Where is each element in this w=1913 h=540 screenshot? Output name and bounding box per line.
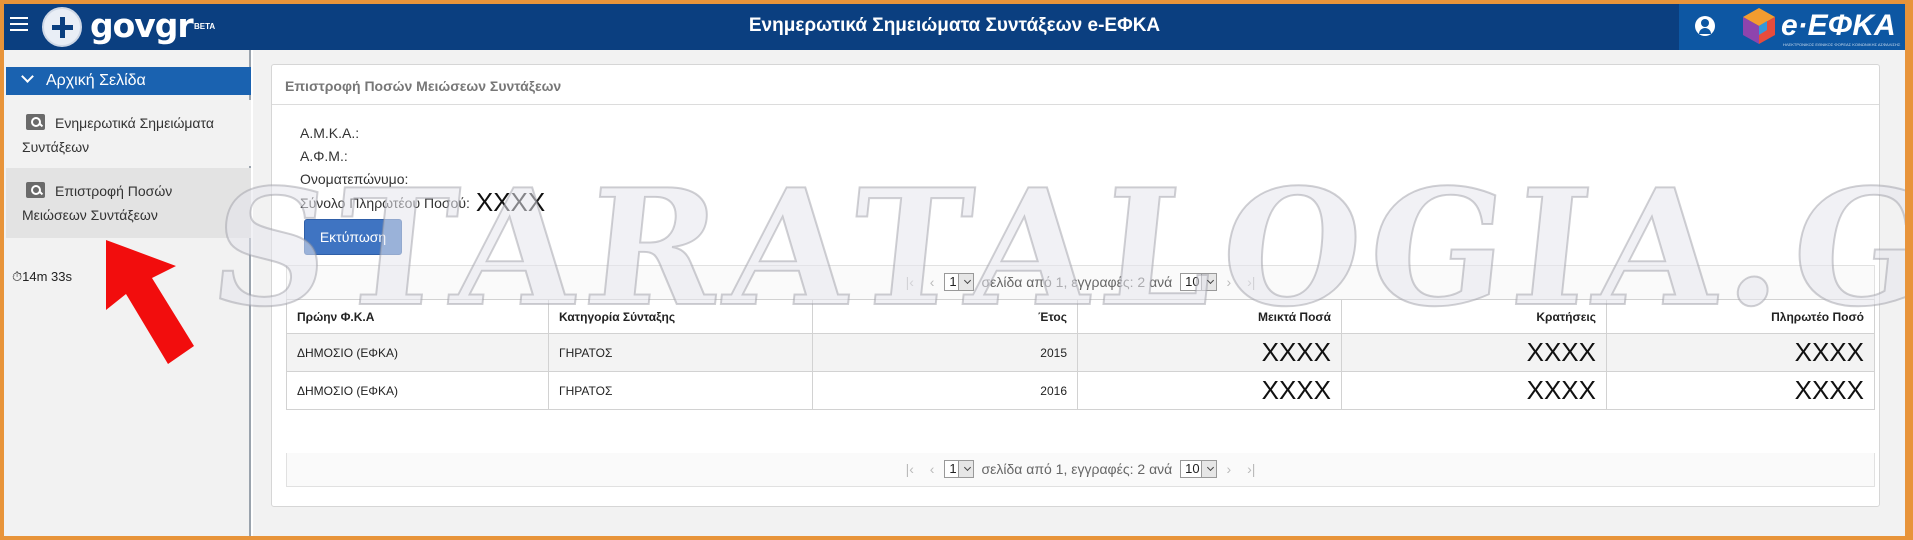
cell-deductions: XXXX bbox=[1341, 333, 1607, 372]
next-page-icon[interactable]: › bbox=[1227, 266, 1232, 298]
total-payable-row: Σύνολο Πληρωτέου Ποσού: XXXX bbox=[300, 189, 545, 215]
cell-fund: ΔΗΜΟΣΙΟ (ΕΦΚΑ) bbox=[286, 333, 549, 372]
prev-page-icon[interactable]: ‹ bbox=[930, 453, 935, 485]
cell-category: ΓΗΡΑΤΟΣ bbox=[548, 371, 813, 410]
header-right-area: e·ΕΦΚΑ ΗΛΕΚΤΡΟΝΙΚΟΣ ΕΘΝΙΚΟΣ ΦΟΡΕΑΣ ΚΟΙΝΩ… bbox=[1679, 4, 1905, 50]
first-page-icon[interactable]: |‹ bbox=[906, 266, 914, 298]
sidebar-item-refund-reductions[interactable]: Επιστροφή Ποσών Μειώσεων Συντάξεων bbox=[6, 168, 251, 238]
col-header-category[interactable]: Κατηγορία Σύνταξης bbox=[548, 299, 813, 334]
efka-logo[interactable]: e·ΕΦΚΑ ΗΛΕΚΤΡΟΝΙΚΟΣ ΕΘΝΙΚΟΣ ΦΟΡΕΑΣ ΚΟΙΝΩ… bbox=[1739, 6, 1901, 48]
session-timer: ⏱14m 33s bbox=[12, 269, 73, 284]
total-payable-value: XXXX bbox=[475, 187, 546, 217]
efka-cube-icon bbox=[1743, 8, 1775, 44]
sidebar-item-label: Ενημερωτικά Σημειώματα Συντάξεων bbox=[22, 115, 214, 155]
per-page-select[interactable]: 10 bbox=[1180, 460, 1217, 478]
sidebar-home-link[interactable]: Αρχική Σελίδα bbox=[6, 67, 251, 95]
col-header-year[interactable]: Έτος bbox=[812, 299, 1078, 334]
per-page-select[interactable]: 10 bbox=[1180, 273, 1217, 291]
user-account-icon[interactable] bbox=[1695, 16, 1715, 36]
app-window: govgr BETA Ενημερωτικά Σημειώματα Συντάξ… bbox=[4, 4, 1905, 536]
page-select[interactable]: 1 bbox=[944, 460, 974, 478]
pager-text: σελίδα από 1, εγγραφές: 2 ανά bbox=[981, 461, 1173, 477]
page-select[interactable]: 1 bbox=[944, 273, 974, 291]
sidebar-home-label: Αρχική Σελίδα bbox=[46, 72, 146, 89]
search-icon bbox=[26, 182, 45, 198]
cell-payable: XXXX bbox=[1606, 333, 1875, 372]
cell-year: 2016 bbox=[812, 371, 1078, 410]
page-select-value: 1 bbox=[949, 274, 957, 289]
cell-year: 2015 bbox=[812, 333, 1078, 372]
prev-page-icon[interactable]: ‹ bbox=[930, 266, 935, 298]
chevron-down-icon bbox=[21, 70, 34, 83]
top-header: govgr BETA Ενημερωτικά Σημειώματα Συντάξ… bbox=[4, 4, 1905, 50]
table-row: ΔΗΜΟΣΙΟ (ΕΦΚΑ) ΓΗΡΑΤΟΣ 2015 XXXX XXXX XX… bbox=[286, 333, 1875, 372]
cell-payable: XXXX bbox=[1606, 371, 1875, 410]
pager-text: σελίδα από 1, εγγραφές: 2 ανά bbox=[981, 274, 1173, 290]
next-page-icon[interactable]: › bbox=[1227, 453, 1232, 485]
total-payable-label: Σύνολο Πληρωτέου Ποσού: bbox=[300, 195, 470, 211]
cell-gross: XXXX bbox=[1077, 371, 1342, 410]
sidebar: Αρχική Σελίδα Ενημερωτικά Σημειώματα Συν… bbox=[4, 50, 251, 536]
afm-label: Α.Φ.Μ.: bbox=[300, 148, 348, 164]
last-page-icon[interactable]: ›| bbox=[1247, 453, 1255, 485]
search-icon bbox=[26, 114, 45, 130]
col-header-fund[interactable]: Πρώην Φ.Κ.Α bbox=[286, 299, 549, 334]
per-page-value: 10 bbox=[1185, 274, 1200, 289]
panel-title: Επιστροφή Ποσών Μειώσεων Συντάξεων bbox=[272, 65, 1879, 105]
refund-table: Πρώην Φ.Κ.Α Κατηγορία Σύνταξης Έτος Μεικ… bbox=[286, 299, 1875, 410]
per-page-value: 10 bbox=[1185, 461, 1200, 476]
red-arrow-annotation bbox=[106, 240, 194, 364]
cell-category: ΓΗΡΑΤΟΣ bbox=[548, 333, 813, 372]
efka-logo-text: e·ΕΦΚΑ bbox=[1781, 9, 1896, 42]
cell-gross: XXXX bbox=[1077, 333, 1342, 372]
page-title: Ενημερωτικά Σημειώματα Συντάξεων e-ΕΦΚΑ bbox=[748, 15, 1161, 36]
col-header-deductions[interactable]: Κρατήσεις bbox=[1341, 299, 1607, 334]
refund-panel: Επιστροφή Ποσών Μειώσεων Συντάξεων Α.Μ.Κ… bbox=[271, 64, 1880, 507]
pager-bottom: |‹ ‹ 1 σελίδα από 1, εγγραφές: 2 ανά 10 … bbox=[286, 453, 1875, 487]
pager-top: |‹ ‹ 1 σελίδα από 1, εγγραφές: 2 ανά 10 … bbox=[286, 265, 1875, 299]
cell-deductions: XXXX bbox=[1341, 371, 1607, 410]
page-select-value: 1 bbox=[949, 461, 957, 476]
table-row: ΔΗΜΟΣΙΟ (ΕΦΚΑ) ΓΗΡΑΤΟΣ 2016 XXXX XXXX XX… bbox=[286, 371, 1875, 410]
sidebar-item-pension-notes[interactable]: Ενημερωτικά Σημειώματα Συντάξεων bbox=[6, 100, 251, 166]
first-page-icon[interactable]: |‹ bbox=[906, 453, 914, 485]
efka-logo-subtitle: ΗΛΕΚΤΡΟΝΙΚΟΣ ΕΘΝΙΚΟΣ ΦΟΡΕΑΣ ΚΟΙΝΩΝΙΚΗΣ Α… bbox=[1783, 42, 1901, 47]
amka-label: Α.Μ.Κ.Α.: bbox=[300, 125, 360, 141]
personal-info: Α.Μ.Κ.Α.: Α.Φ.Μ.: Ονοματεπώνυμο: Σύνολο … bbox=[300, 122, 545, 215]
col-header-payable[interactable]: Πληρωτέο Ποσό bbox=[1606, 299, 1875, 334]
table-header-row: Πρώην Φ.Κ.Α Κατηγορία Σύνταξης Έτος Μεικ… bbox=[286, 299, 1875, 334]
main-content: Επιστροφή Ποσών Μειώσεων Συντάξεων Α.Μ.Κ… bbox=[253, 50, 1905, 536]
cell-fund: ΔΗΜΟΣΙΟ (ΕΦΚΑ) bbox=[286, 371, 549, 410]
last-page-icon[interactable]: ›| bbox=[1247, 266, 1255, 298]
col-header-gross[interactable]: Μεικτά Ποσά bbox=[1077, 299, 1342, 334]
print-button[interactable]: Εκτύπωση bbox=[304, 219, 402, 255]
